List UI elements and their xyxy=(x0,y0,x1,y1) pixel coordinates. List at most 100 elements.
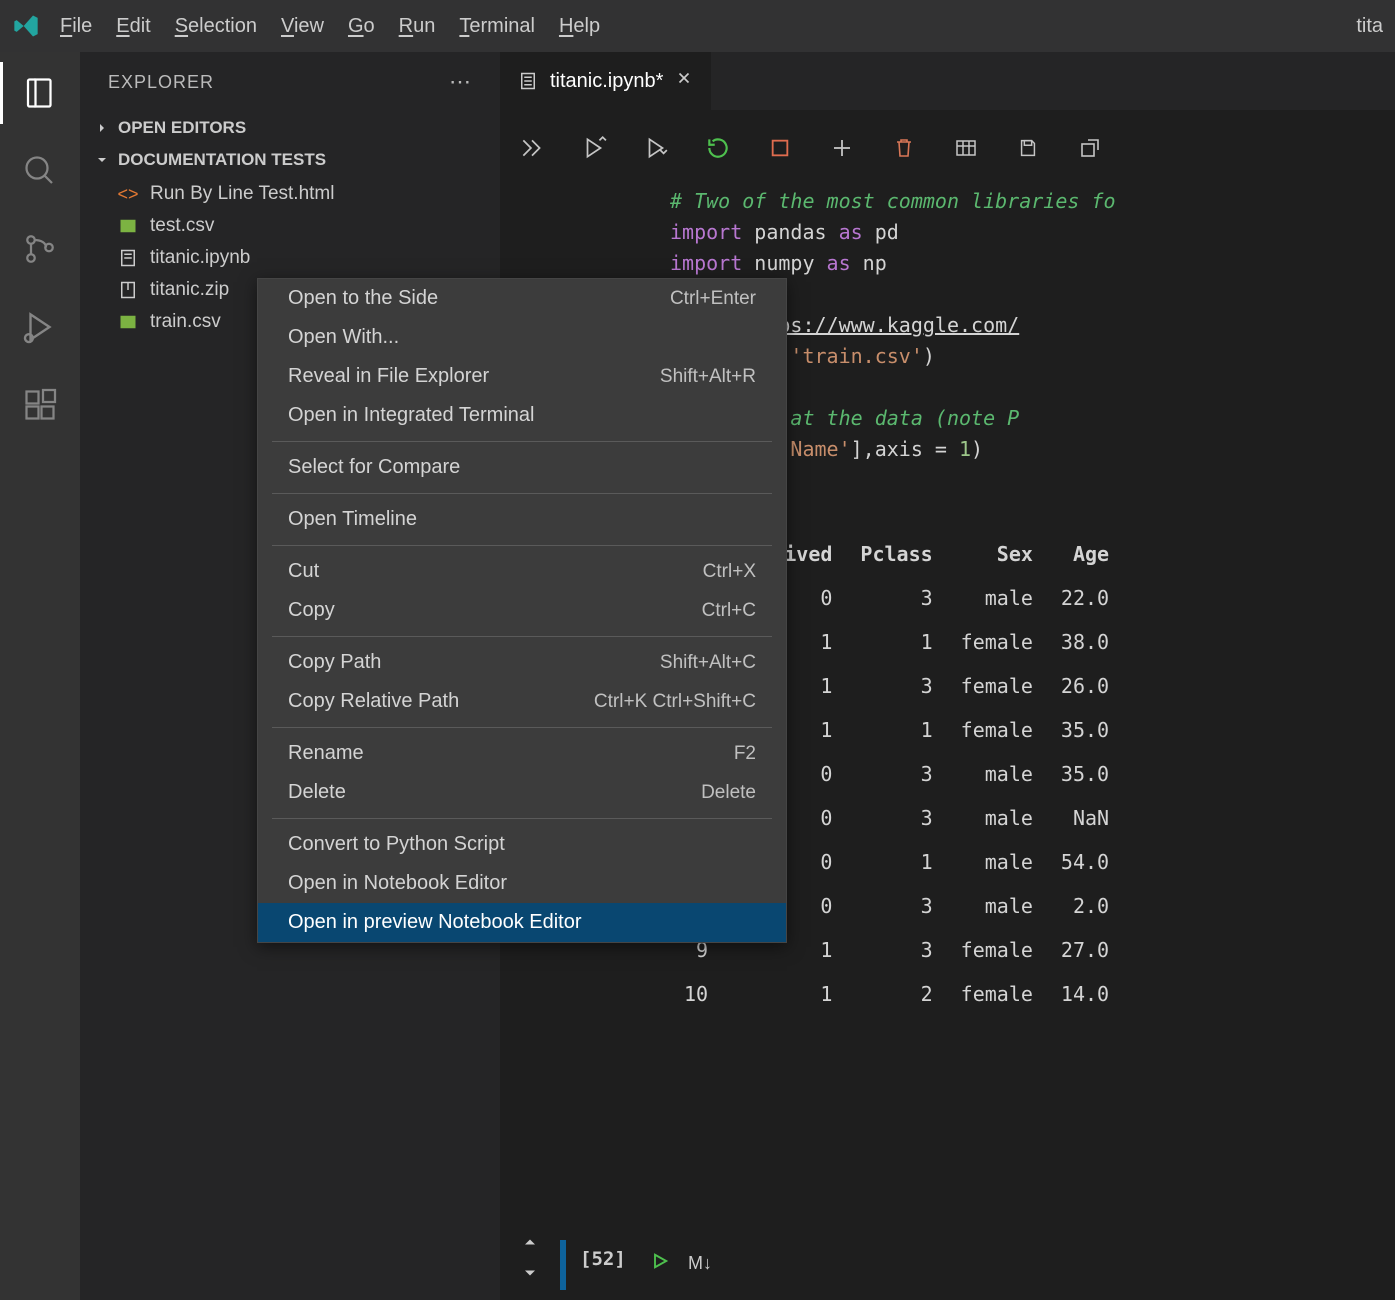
table-header: Pclass xyxy=(846,532,946,576)
markdown-label[interactable]: M↓ xyxy=(688,1253,712,1274)
context-menu-item[interactable]: Open to the Side Ctrl+Enter xyxy=(258,279,786,318)
context-menu: Open to the Side Ctrl+Enter Open With... Re… xyxy=(257,278,787,943)
chevron-down-icon xyxy=(94,152,110,168)
chevron-right-icon xyxy=(94,120,110,136)
chevron-up-icon[interactable] xyxy=(520,1232,540,1257)
close-icon[interactable] xyxy=(675,69,693,93)
menu-separator xyxy=(272,636,772,637)
menu-separator xyxy=(272,441,772,442)
tabs-row: titanic.ipynb* xyxy=(500,52,1395,110)
titlebar: File Edit Selection View Go Run Terminal… xyxy=(0,0,1395,52)
file-item[interactable]: test.csv xyxy=(80,210,500,242)
sidebar-title: EXPLORER ⋯ xyxy=(80,52,500,112)
execution-count: [52] xyxy=(580,1248,626,1270)
notebook-icon xyxy=(518,71,538,91)
file-item[interactable]: <> Run By Line Test.html xyxy=(80,178,500,210)
run-debug-icon[interactable] xyxy=(19,306,61,348)
context-menu-item[interactable]: Open in preview Notebook Editor xyxy=(258,903,786,942)
menu-item-label: Open in preview Notebook Editor xyxy=(288,911,582,934)
csv-icon xyxy=(116,214,140,238)
notebook-toolbar xyxy=(500,110,1395,186)
menu-item-label: Reveal in File Explorer xyxy=(288,365,489,388)
menu-separator xyxy=(272,545,772,546)
file-name: test.csv xyxy=(150,215,214,237)
tab-titanic-ipynb[interactable]: titanic.ipynb* xyxy=(500,52,711,110)
menu-item-label: Select for Compare xyxy=(288,456,460,479)
variables-icon[interactable] xyxy=(952,134,980,162)
context-menu-item[interactable]: Copy PathShift+Alt+C xyxy=(258,643,786,682)
tab-label: titanic.ipynb* xyxy=(550,70,663,93)
context-menu-item[interactable]: CopyCtrl+C xyxy=(258,591,786,630)
html-icon: <> xyxy=(116,182,140,206)
menu-go[interactable]: Go xyxy=(348,15,375,38)
menu-run[interactable]: Run xyxy=(399,15,436,38)
table-row: 1012female14.0 xyxy=(670,972,1123,1016)
file-item[interactable]: titanic.ipynb xyxy=(80,242,500,274)
save-icon[interactable] xyxy=(1014,134,1042,162)
vscode-logo-icon xyxy=(12,12,40,40)
menu-item-label: Rename xyxy=(288,742,364,765)
context-menu-item[interactable]: Reveal in File Explorer Shift+Alt+R xyxy=(258,357,786,396)
menu-item-label: Open in Integrated Terminal xyxy=(288,404,534,427)
open-editors-label: OPEN EDITORS xyxy=(118,118,246,138)
context-menu-item[interactable]: Open in Integrated Terminal xyxy=(258,396,786,435)
chevron-down-icon[interactable] xyxy=(520,1263,540,1288)
menu-separator xyxy=(272,493,772,494)
context-menu-item[interactable]: Rename F2 xyxy=(258,734,786,773)
source-control-icon[interactable] xyxy=(19,228,61,270)
context-menu-item[interactable]: Open in Notebook Editor xyxy=(258,864,786,903)
activity-bar xyxy=(0,52,80,1300)
menu-selection[interactable]: Selection xyxy=(175,15,257,38)
export-icon[interactable] xyxy=(1076,134,1104,162)
interrupt-kernel-icon[interactable] xyxy=(766,134,794,162)
run-all-icon[interactable] xyxy=(518,134,546,162)
cell-marker xyxy=(560,1240,566,1290)
csv-icon xyxy=(116,310,140,334)
menu-help[interactable]: Help xyxy=(559,15,600,38)
window-title: tita xyxy=(1356,15,1383,38)
context-menu-item[interactable]: Cut Ctrl+X xyxy=(258,552,786,591)
menu-item-label: Open Timeline xyxy=(288,508,417,531)
extensions-icon[interactable] xyxy=(19,384,61,426)
context-menu-item[interactable]: Select for Compare xyxy=(258,448,786,487)
menu-bar: File Edit Selection View Go Run Terminal… xyxy=(60,15,600,38)
clear-outputs-icon[interactable] xyxy=(890,134,918,162)
zip-icon xyxy=(116,278,140,302)
file-name: train.csv xyxy=(150,311,221,333)
menu-item-label: Cut xyxy=(288,560,319,583)
workspace-section[interactable]: DOCUMENTATION TESTS xyxy=(80,144,500,176)
menu-item-label: Open to the Side xyxy=(288,287,438,310)
table-header: Age xyxy=(1047,532,1123,576)
context-menu-item[interactable]: Open With... xyxy=(258,318,786,357)
explorer-label: EXPLORER xyxy=(108,72,214,93)
run-cell-icon[interactable] xyxy=(650,1251,670,1276)
more-actions-icon[interactable]: ⋯ xyxy=(449,69,472,95)
cell-navigation xyxy=(520,1232,540,1288)
context-menu-item[interactable]: DeleteDelete xyxy=(258,773,786,812)
restart-kernel-icon[interactable] xyxy=(704,134,732,162)
search-icon[interactable] xyxy=(19,150,61,192)
menu-item-label: Open With... xyxy=(288,326,399,349)
run-above-icon[interactable] xyxy=(580,134,608,162)
menu-item-shortcut: F2 xyxy=(734,743,756,765)
table-header: Sex xyxy=(947,532,1047,576)
explorer-icon[interactable] xyxy=(19,72,61,114)
menu-item-shortcut: Ctrl+Enter xyxy=(670,288,756,310)
context-menu-item[interactable]: Convert to Python Script xyxy=(258,825,786,864)
workspace-label: DOCUMENTATION TESTS xyxy=(118,150,326,170)
menu-item-shortcut: Ctrl+X xyxy=(703,561,756,583)
menu-item-shortcut: Shift+Alt+C xyxy=(660,652,756,674)
menu-item-shortcut: Ctrl+K Ctrl+Shift+C xyxy=(594,691,756,713)
menu-terminal[interactable]: Terminal xyxy=(459,15,535,38)
context-menu-item[interactable]: Open Timeline xyxy=(258,500,786,539)
open-editors-section[interactable]: OPEN EDITORS xyxy=(80,112,500,144)
add-cell-icon[interactable] xyxy=(828,134,856,162)
run-below-icon[interactable] xyxy=(642,134,670,162)
menu-item-shortcut: Shift+Alt+R xyxy=(660,366,756,388)
menu-file[interactable]: File xyxy=(60,15,92,38)
menu-edit[interactable]: Edit xyxy=(116,15,150,38)
context-menu-item[interactable]: Copy Relative PathCtrl+K Ctrl+Shift+C xyxy=(258,682,786,721)
menu-view[interactable]: View xyxy=(281,15,324,38)
menu-item-label: Convert to Python Script xyxy=(288,833,505,856)
file-name: Run By Line Test.html xyxy=(150,183,334,205)
